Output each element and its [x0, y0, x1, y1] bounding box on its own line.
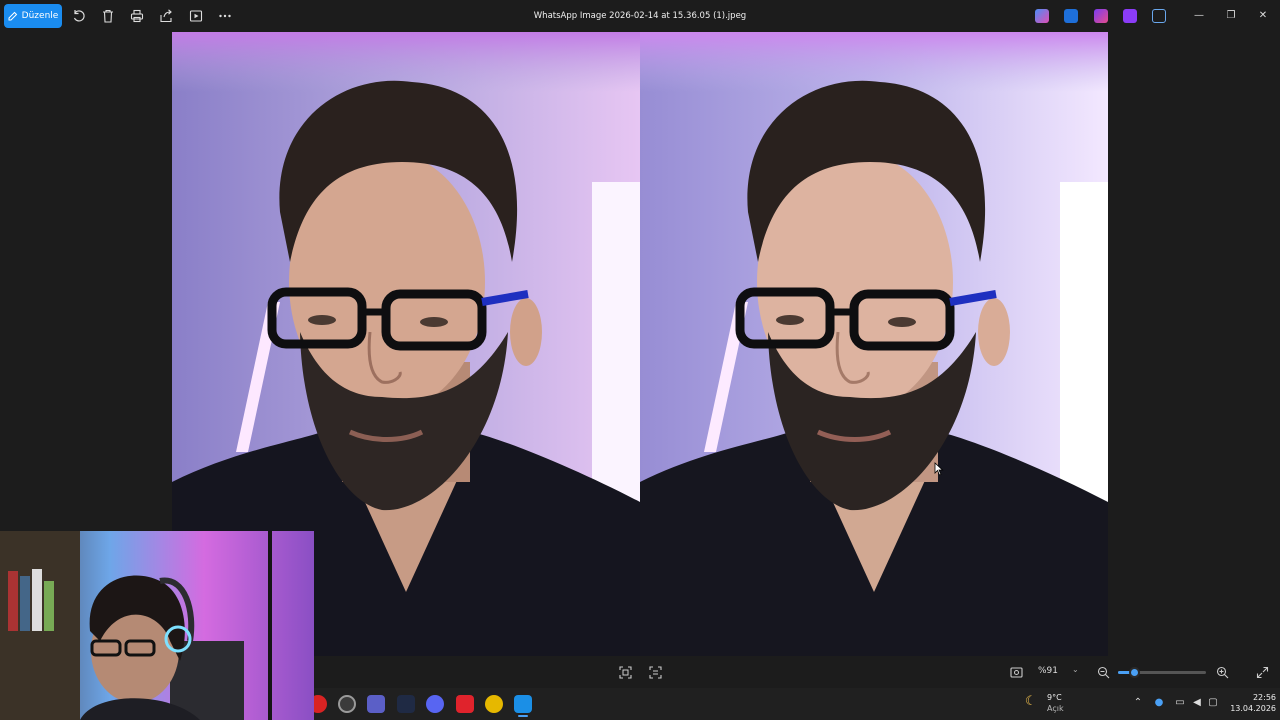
network-icon[interactable]: ▭ [1174, 697, 1186, 709]
rotate-icon[interactable] [71, 8, 87, 24]
chrome-icon[interactable] [338, 695, 356, 713]
restore-icon[interactable]: ❐ [1223, 8, 1239, 24]
microphone-icon[interactable]: ● [1153, 697, 1165, 709]
zoom-in-icon[interactable] [1214, 664, 1230, 680]
photo-right [640, 32, 1108, 656]
minimize-icon[interactable]: — [1191, 8, 1207, 24]
zoom-dropdown[interactable]: %91 ⌄ [1032, 664, 1086, 680]
delete-icon[interactable] [100, 8, 116, 24]
print-icon[interactable] [129, 8, 145, 24]
zoom-slider-knob[interactable] [1128, 667, 1140, 678]
edit-icon [8, 11, 17, 21]
volume-icon[interactable]: ◀ [1191, 697, 1203, 709]
mouse-cursor-icon [934, 462, 944, 476]
moon-icon[interactable]: ☾ [1025, 694, 1041, 710]
weather-desc: Açık [1047, 704, 1064, 713]
discord-icon[interactable] [426, 695, 444, 713]
clipchamp-icon[interactable] [1094, 9, 1108, 23]
window-title: WhatsApp Image 2026-02-14 at 15.36.05 (1… [533, 11, 747, 21]
screen-icon[interactable] [1008, 664, 1024, 680]
onedrive-sync-icon[interactable] [1152, 9, 1166, 23]
teams-icon[interactable] [367, 695, 385, 713]
vscode-icon[interactable] [397, 695, 415, 713]
zoom-value: %91 [1038, 666, 1059, 676]
share-icon[interactable] [158, 8, 174, 24]
copilot-icon[interactable] [1035, 9, 1049, 23]
video-editor-icon[interactable] [1123, 9, 1137, 23]
close-icon[interactable]: ✕ [1255, 8, 1271, 24]
notification-icon[interactable]: ▢ [1207, 697, 1219, 709]
chevron-up-icon[interactable]: ⌃ [1132, 697, 1144, 709]
zoom-slider[interactable] [1118, 667, 1206, 678]
edit-button[interactable]: Düzenle [4, 4, 62, 28]
clock-date: 13.04.2026 [1230, 704, 1276, 713]
fullscreen-icon[interactable] [1254, 664, 1270, 680]
weather-temp: 9°C [1047, 693, 1062, 702]
slideshow-icon[interactable] [188, 8, 204, 24]
fit-to-window-icon[interactable] [617, 664, 633, 680]
active-app-indicator [518, 715, 528, 717]
app-red-icon[interactable] [456, 695, 474, 713]
webcam-overlay [0, 531, 314, 720]
files-icon[interactable] [485, 695, 503, 713]
chevron-down-icon: ⌄ [1072, 665, 1079, 674]
actual-size-icon[interactable] [647, 664, 663, 680]
designer-icon[interactable] [1064, 9, 1078, 23]
photos-icon[interactable] [514, 695, 532, 713]
more-icon[interactable] [217, 8, 233, 24]
zoom-out-icon[interactable] [1095, 664, 1111, 680]
edit-button-label: Düzenle [21, 11, 59, 21]
clock-time: 22:56 [1252, 693, 1276, 702]
